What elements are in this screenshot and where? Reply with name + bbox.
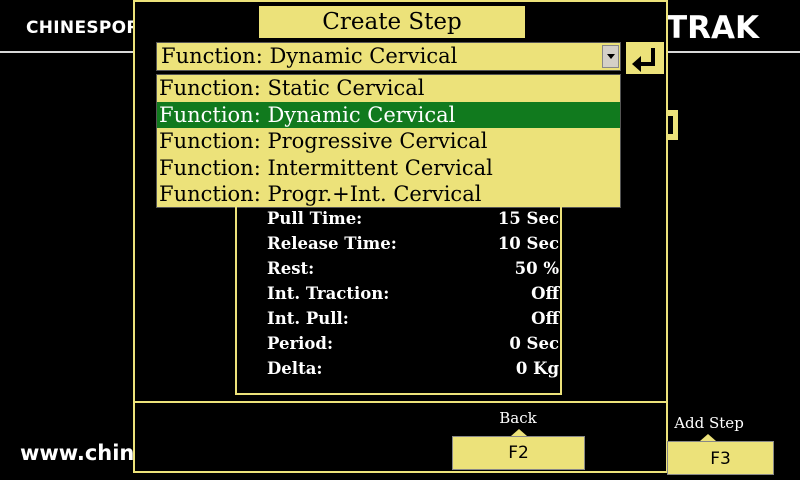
f3-add-step-button[interactable]: F3 bbox=[667, 441, 774, 475]
parameter-value: 50 % bbox=[514, 259, 559, 278]
f2-back-button[interactable]: F2 bbox=[452, 436, 585, 470]
brand-logo-right: TRAK bbox=[666, 10, 760, 46]
function-select[interactable]: Function: Dynamic Cervical bbox=[156, 42, 621, 71]
create-step-dialog: Create Step Function: Dynamic Cervical F… bbox=[133, 0, 668, 473]
parameter-row: Int. Traction: Off bbox=[267, 284, 559, 306]
enter-return-icon bbox=[632, 48, 655, 72]
parameter-label: Int. Traction: bbox=[267, 284, 390, 303]
parameter-row: Period: 0 Sec bbox=[267, 334, 559, 356]
parameter-value: 0 Kg bbox=[515, 359, 559, 378]
parameter-label: Pull Time: bbox=[267, 209, 363, 228]
parameter-value: 15 Sec bbox=[497, 209, 559, 228]
enter-button[interactable] bbox=[626, 42, 664, 74]
softkey-divider bbox=[135, 401, 666, 403]
parameter-row: Delta: 0 Kg bbox=[267, 359, 559, 381]
parameter-value: Off bbox=[531, 309, 559, 328]
parameter-row: Rest: 50 % bbox=[267, 259, 559, 281]
function-option[interactable]: Function: Intermittent Cervical bbox=[157, 155, 620, 182]
back-notch bbox=[511, 429, 527, 436]
parameters-panel: Pull Time: 15 Sec Release Time: 10 Sec Rest:… bbox=[235, 205, 562, 395]
parameter-row: Release Time: 10 Sec bbox=[267, 234, 559, 256]
parameter-value: Off bbox=[531, 284, 559, 303]
dialog-title: Create Step bbox=[259, 6, 525, 38]
function-option[interactable]: Function: Progr.+Int. Cervical bbox=[157, 181, 620, 208]
parameter-label: Int. Pull: bbox=[267, 309, 349, 328]
parameter-value: 0 Sec bbox=[509, 334, 559, 353]
function-option[interactable]: Function: Progressive Cervical bbox=[157, 128, 620, 155]
function-select-value: Function: Dynamic Cervical bbox=[161, 44, 458, 68]
website-text: www.chine bbox=[20, 441, 149, 465]
function-dropdown-list: Function: Static Cervical Function: Dynam… bbox=[156, 74, 621, 208]
chevron-down-icon[interactable] bbox=[602, 45, 619, 68]
parameter-value: 10 Sec bbox=[497, 234, 559, 253]
add-step-notch bbox=[700, 434, 716, 441]
parameter-label: Period: bbox=[267, 334, 334, 353]
function-option[interactable]: Function: Dynamic Cervical bbox=[157, 101, 620, 129]
parameter-label: Delta: bbox=[267, 359, 323, 378]
parameter-label: Rest: bbox=[267, 259, 315, 278]
function-option[interactable]: Function: Static Cervical bbox=[157, 75, 620, 102]
back-label: Back bbox=[499, 409, 537, 427]
parameter-row: Pull Time: 15 Sec bbox=[267, 209, 559, 231]
parameter-row: Int. Pull: Off bbox=[267, 309, 559, 331]
parameter-label: Release Time: bbox=[267, 234, 397, 253]
add-step-label: Add Step bbox=[674, 414, 744, 432]
